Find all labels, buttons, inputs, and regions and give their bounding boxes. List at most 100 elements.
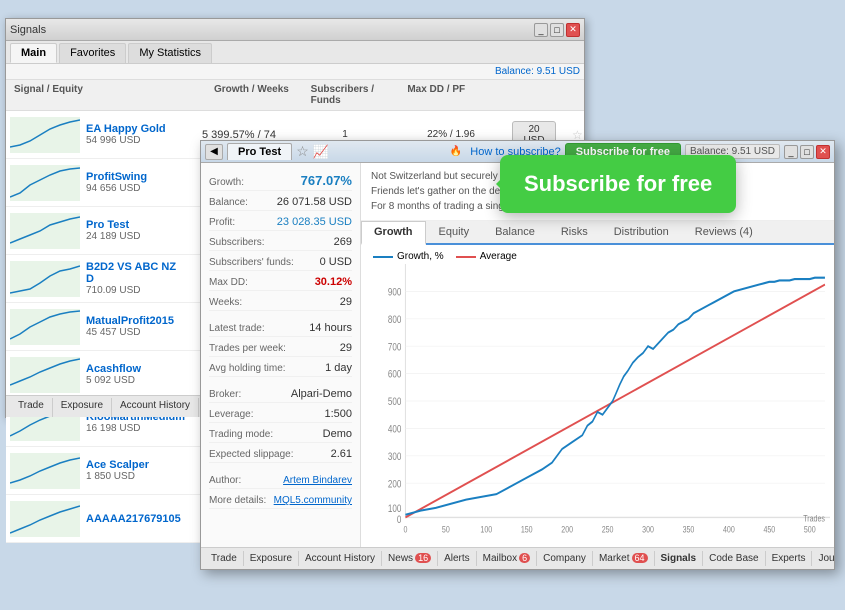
profit-value: 23 028.35 USD [277, 216, 352, 228]
balance-row: Balance: 26 071.58 USD [209, 191, 352, 211]
more-details-value[interactable]: MQL5.community [274, 495, 352, 506]
broker-label: Broker: [209, 389, 241, 400]
more-details-label: More details: [209, 495, 266, 506]
bottom-tab-news[interactable]: News16 [382, 551, 438, 566]
growth-label: Growth: [209, 177, 244, 188]
signal-balance: 1 850 USD [86, 471, 149, 482]
close-button[interactable]: ✕ [566, 23, 580, 37]
chart-tabs-bar: Growth Equity Balance Risks Distribution… [361, 221, 834, 245]
signal-name[interactable]: Pro Test [86, 219, 140, 231]
signal-info: Acashflow 5 092 USD [6, 355, 186, 395]
back-titlebar: Signals _ □ ✕ [6, 19, 584, 41]
bottom-tab-company[interactable]: Company [537, 551, 593, 566]
signal-name[interactable]: EA Happy Gold [86, 123, 166, 135]
bottom-tab-account-history[interactable]: Account History [112, 398, 199, 417]
maxdd-label: Max DD: [209, 277, 248, 288]
expected-slippage-label: Expected slippage: [209, 449, 294, 460]
chart-tab-distribution[interactable]: Distribution [601, 221, 682, 243]
signal-info: B2D2 VS ABC NZ D 710.09 USD [6, 259, 186, 299]
chart-tab-growth[interactable]: Growth [361, 221, 426, 245]
signal-chart-thumb [10, 357, 80, 393]
author-value[interactable]: Artem Bindarev [283, 475, 352, 486]
col-max-dd-pf: Max DD / PF [403, 82, 500, 108]
legend-average-label: Average [480, 251, 517, 262]
weeks-label: Weeks: [209, 297, 242, 308]
author-label: Author: [209, 475, 241, 486]
balance-link[interactable]: Balance: 9.51 USD [495, 66, 580, 77]
bottom-tab-experts[interactable]: Experts [766, 551, 813, 566]
bottom-tab-signals[interactable]: Signals [655, 551, 704, 566]
signal-info: MatualProfit2015 45 457 USD [6, 307, 186, 347]
svg-text:300: 300 [388, 451, 401, 464]
front-maximize-button[interactable]: □ [800, 145, 814, 159]
back-tabs-bar: Main Favorites My Statistics [6, 41, 584, 64]
signal-balance: 54 996 USD [86, 135, 166, 146]
bottom-tab-exposure[interactable]: Exposure [244, 551, 299, 566]
bottom-tab-mailbox[interactable]: Mailbox6 [477, 551, 537, 566]
signal-name[interactable]: MatualProfit2015 [86, 315, 174, 327]
detail-left-panel: Growth: 767.07% Balance: 26 071.58 USD P… [201, 163, 361, 547]
tab-my-statistics[interactable]: My Statistics [128, 43, 212, 63]
signal-name[interactable]: ProfitSwing [86, 171, 147, 183]
bottom-tab-journal[interactable]: Journal [812, 551, 834, 566]
signal-balance: 5 092 USD [86, 375, 141, 386]
sub-funds-row: Subscribers' funds: 0 USD [209, 251, 352, 271]
signal-balance: 710.09 USD [86, 285, 182, 296]
sub-funds-value: 0 USD [320, 256, 352, 268]
legend-average-color [456, 256, 476, 258]
front-minimize-button[interactable]: _ [784, 145, 798, 159]
tab-main[interactable]: Main [10, 43, 57, 63]
svg-text:200: 200 [561, 523, 573, 534]
svg-text:500: 500 [804, 523, 816, 534]
news-badge: 16 [415, 553, 431, 563]
signal-info: Pro Test 24 189 USD [6, 211, 186, 251]
bottom-tab-trade[interactable]: Trade [205, 551, 244, 566]
col-signal-equity: Signal / Equity [10, 82, 210, 108]
signal-chart-thumb [10, 453, 80, 489]
signal-name[interactable]: Acashflow [86, 363, 141, 375]
signal-name[interactable]: B2D2 VS ABC NZ D [86, 261, 182, 285]
trading-mode-label: Trading mode: [209, 429, 273, 440]
maximize-button[interactable]: □ [550, 23, 564, 37]
front-close-button[interactable]: ✕ [816, 145, 830, 159]
chart-tab-balance[interactable]: Balance [482, 221, 548, 243]
author-row: Author: Artem Bindarev [209, 469, 352, 489]
chart-tab-risks[interactable]: Risks [548, 221, 601, 243]
market-badge: 64 [632, 553, 648, 563]
weeks-value: 29 [340, 296, 352, 308]
latest-trade-value: 14 hours [309, 322, 352, 334]
growth-chart: 900 800 700 600 500 400 300 200 100 0 0 … [365, 264, 830, 538]
weeks-row: Weeks: 29 [209, 291, 352, 311]
fire-icon: 🔥 [450, 146, 462, 157]
svg-text:100: 100 [480, 523, 492, 534]
signal-balance: 45 457 USD [86, 327, 174, 338]
back-navigation-btn[interactable]: ◀ [205, 144, 223, 160]
favorite-star-icon[interactable]: ☆ [296, 143, 309, 160]
balance-value: 26 071.58 USD [277, 196, 352, 208]
bottom-tab-code-base[interactable]: Code Base [703, 551, 765, 566]
bottom-tab-market[interactable]: Market64 [593, 551, 655, 566]
signal-info: AAAAA217679105 [6, 499, 186, 539]
tab-favorites[interactable]: Favorites [59, 43, 126, 63]
svg-text:350: 350 [683, 523, 695, 534]
svg-text:200: 200 [388, 478, 401, 491]
svg-text:500: 500 [388, 396, 401, 409]
chart-tab-reviews[interactable]: Reviews (4) [682, 221, 766, 243]
mailbox-badge: 6 [519, 553, 530, 563]
signal-table-header: Signal / Equity Growth / Weeks Subscribe… [6, 80, 584, 111]
col-subscribe-price [500, 82, 560, 108]
chart-tab-equity[interactable]: Equity [426, 221, 483, 243]
bottom-tab-trade[interactable]: Trade [10, 398, 53, 417]
svg-text:50: 50 [442, 523, 450, 534]
bottom-tab-alerts[interactable]: Alerts [438, 551, 477, 566]
signal-name[interactable]: AAAAA217679105 [86, 513, 181, 525]
bottom-tab-account-history[interactable]: Account History [299, 551, 382, 566]
bottom-tab-exposure[interactable]: Exposure [53, 398, 112, 417]
svg-text:150: 150 [521, 523, 533, 534]
minimize-button[interactable]: _ [534, 23, 548, 37]
signal-chart-thumb [10, 213, 80, 249]
legend-growth: Growth, % [373, 251, 444, 262]
col-star [560, 82, 580, 108]
signal-name[interactable]: Ace Scalper [86, 459, 149, 471]
subscribe-overlay[interactable]: Subscribe for free [500, 155, 736, 213]
